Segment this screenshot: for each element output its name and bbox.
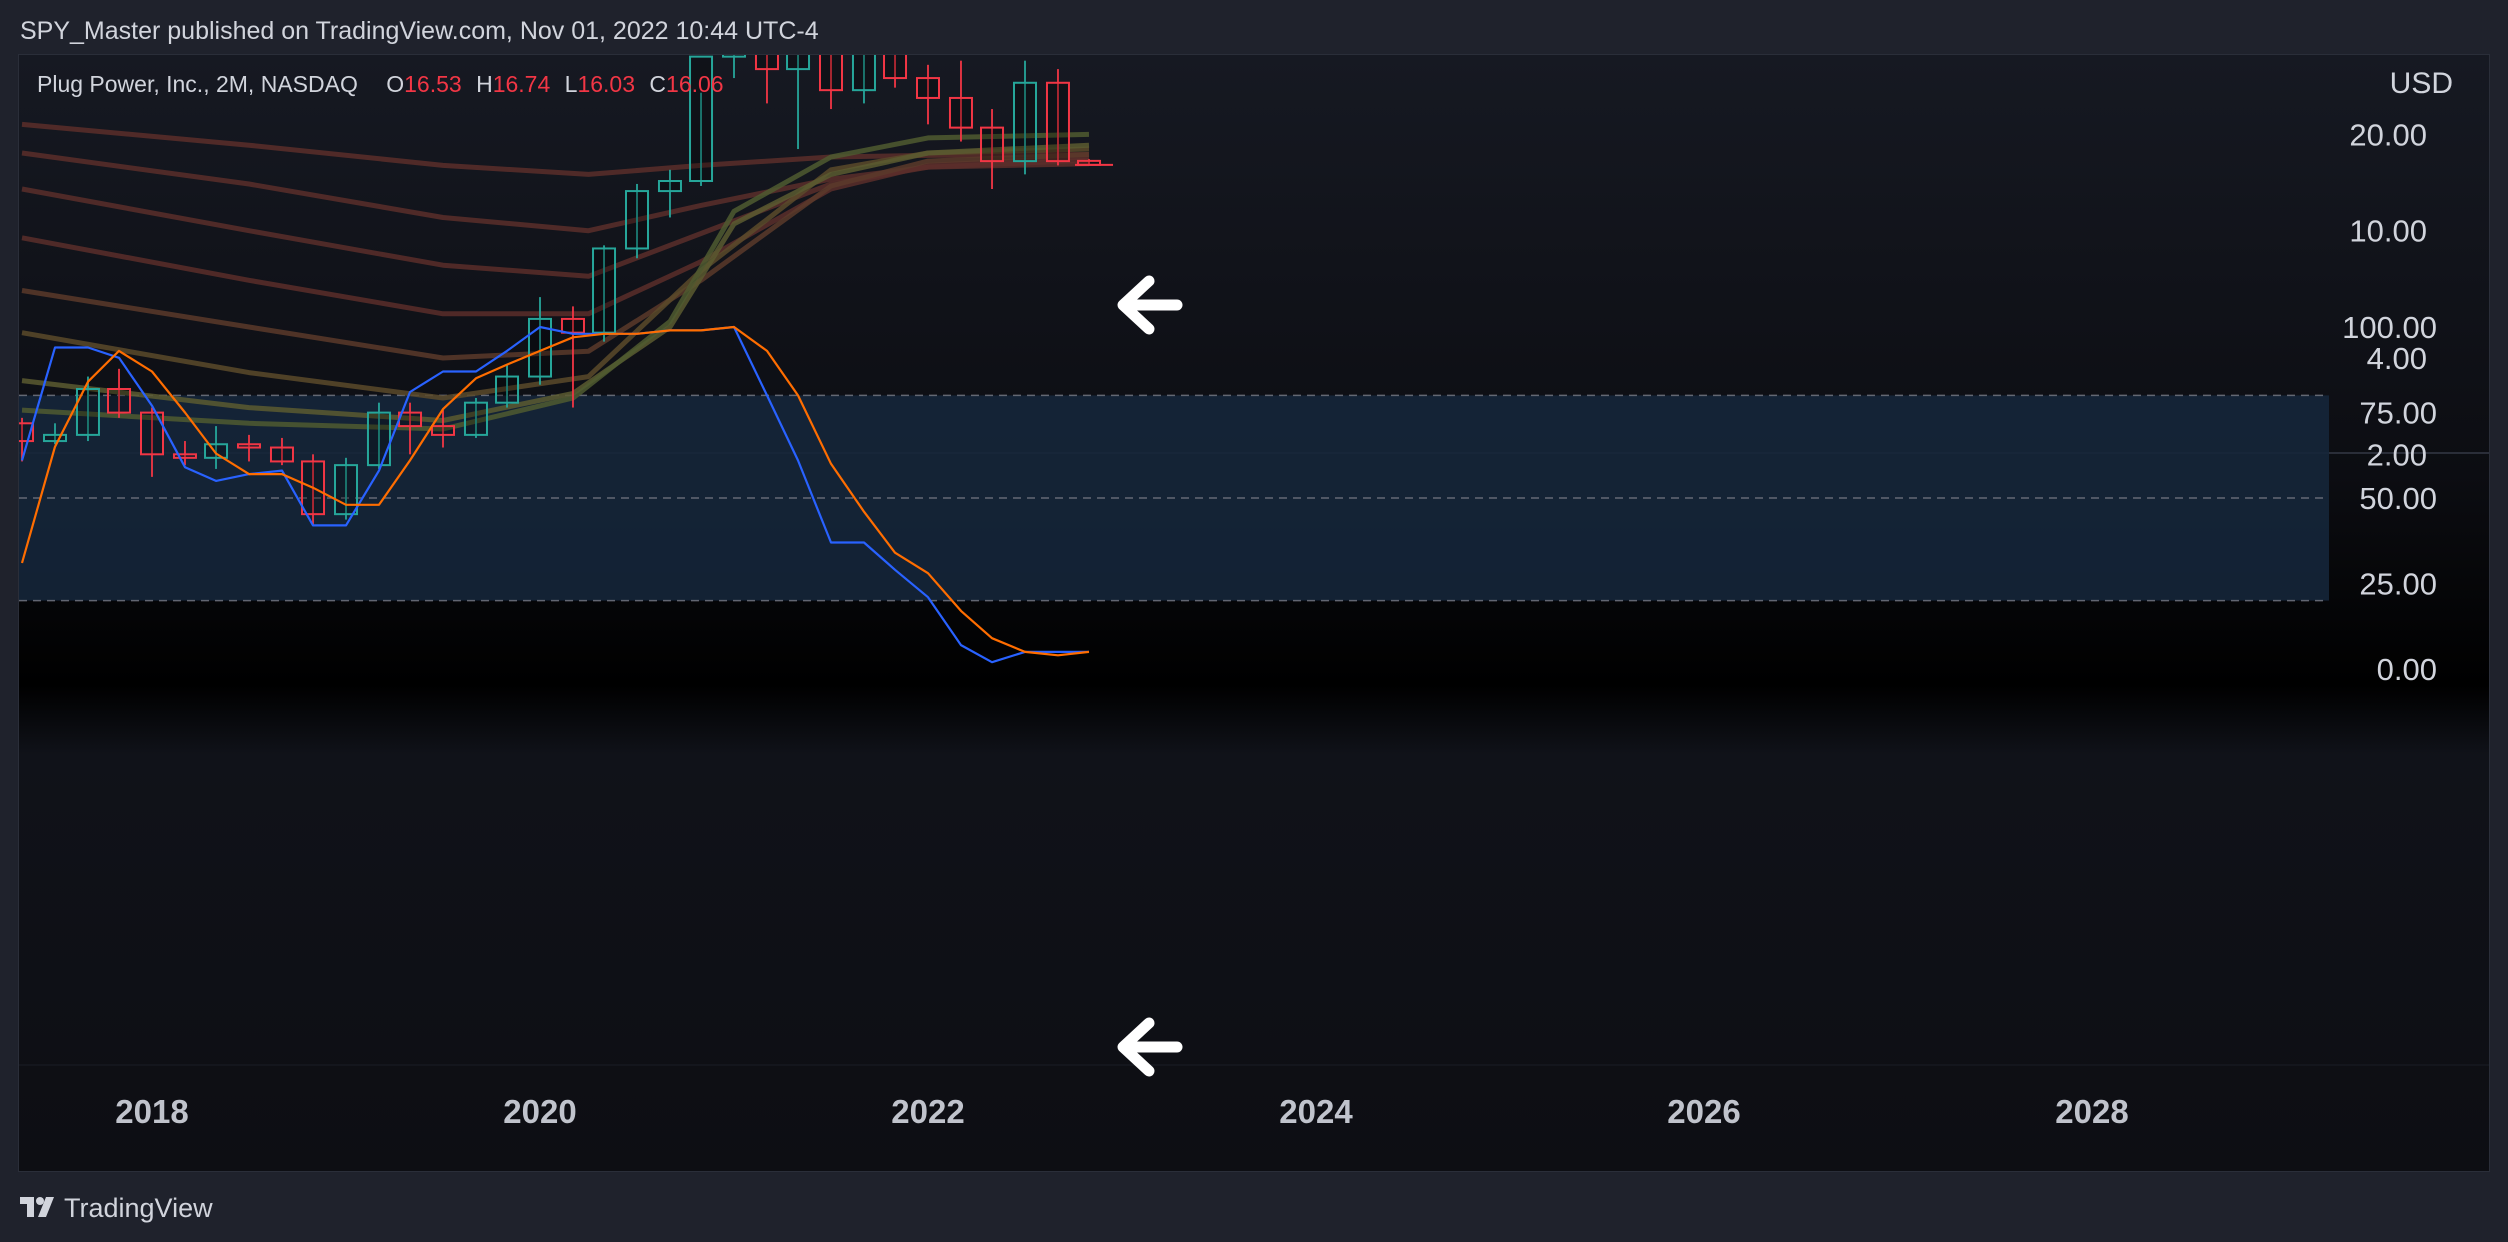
candle-body[interactable] [722,55,746,58]
time-axis-tick-label: 2024 [1279,1093,1353,1130]
oscillator-axis-tick-label: 100.00 [2342,310,2437,345]
footer: TradingView [20,1188,213,1228]
footer-brand[interactable]: TradingView [64,1193,213,1224]
annotation-arrow-price-icon[interactable] [1117,275,1183,335]
candle-body[interactable] [1045,81,1070,163]
candle-body[interactable] [495,375,520,404]
high-value: 16.74 [492,71,551,97]
price-axis-tick-label: 4.00 [2367,341,2427,376]
candle-body[interactable] [657,180,682,193]
low-value: 16.03 [577,71,636,97]
time-axis-tick-label: 2028 [2055,1093,2128,1130]
candle-body[interactable] [851,55,876,92]
moving-average-line [21,152,1090,361]
symbol-name[interactable]: Plug Power, Inc., 2M, NASDAQ [37,71,358,97]
candle-body[interactable] [916,77,940,99]
oscillator-axis-tick-label: 50.00 [2359,481,2437,516]
candle-body[interactable] [334,464,358,516]
close-label: C [649,71,667,97]
candle-body[interactable] [1013,81,1037,163]
high-label: H [476,71,493,97]
oscillator-axis-tick-label: 0.00 [2377,652,2437,687]
candle-body[interactable] [463,401,488,436]
open-label: O [386,71,405,97]
annotation-arrow-oscillator-icon[interactable] [1117,1017,1183,1077]
candle-body[interactable] [786,55,811,71]
candle-body[interactable] [980,126,1005,163]
chart-canvas[interactable]: 40.00 20.00 10.00 4.00 2.00 100.00 75.00 50.00 2… [19,55,2489,1171]
ribbon-moving-averages [21,121,1090,432]
price-axis-tick-label: 10.00 [2349,214,2427,249]
candle-body[interactable] [819,55,843,92]
moving-average-line [21,157,1090,279]
candle-body[interactable] [269,446,294,463]
oscillator-axis-tick-label: 75.00 [2359,396,2437,431]
price-axis-tick-label: 40.00 [2349,55,2427,56]
candle-body[interactable] [754,55,779,71]
close-value: 16.06 [666,71,724,97]
open-value: 16.53 [404,71,462,97]
candle-body[interactable] [883,55,908,80]
currency-label[interactable]: USD [2390,67,2453,101]
candle-body[interactable] [948,96,973,129]
time-axis-tick-label: 2018 [115,1093,188,1130]
time-axis-tick-label: 2022 [891,1093,964,1130]
candle-body[interactable] [592,247,617,334]
candle-body[interactable] [431,425,455,436]
candle-body[interactable] [43,433,67,443]
low-label: L [564,71,578,97]
candle-body[interactable] [560,317,585,334]
symbol-legend: Plug Power, Inc., 2M, NASDAQ O16.53 H16.… [37,71,724,98]
candle-body[interactable] [366,411,391,467]
time-axis-tick-label: 2020 [503,1093,576,1130]
price-axis-tick-label: 2.00 [2367,437,2427,472]
price-axis-tick-label: 20.00 [2349,117,2427,152]
candle-body[interactable] [107,388,132,414]
oscillator-axis-tick-label: 25.00 [2359,567,2437,602]
moving-average-line [21,154,1090,317]
time-axis-tick-label: 2026 [1667,1093,1740,1130]
candle-body[interactable] [398,411,423,428]
publish-info: SPY_Master published on TradingView.com,… [20,17,819,45]
moving-average-line [21,131,1090,432]
chart-container[interactable]: 40.00 20.00 10.00 4.00 2.00 100.00 75.00 50.00 2… [18,54,2490,1172]
candle-body[interactable] [204,443,229,459]
candle-body[interactable] [625,190,649,250]
tradingview-logo-icon[interactable] [20,1197,56,1219]
candle-body[interactable] [237,443,261,449]
